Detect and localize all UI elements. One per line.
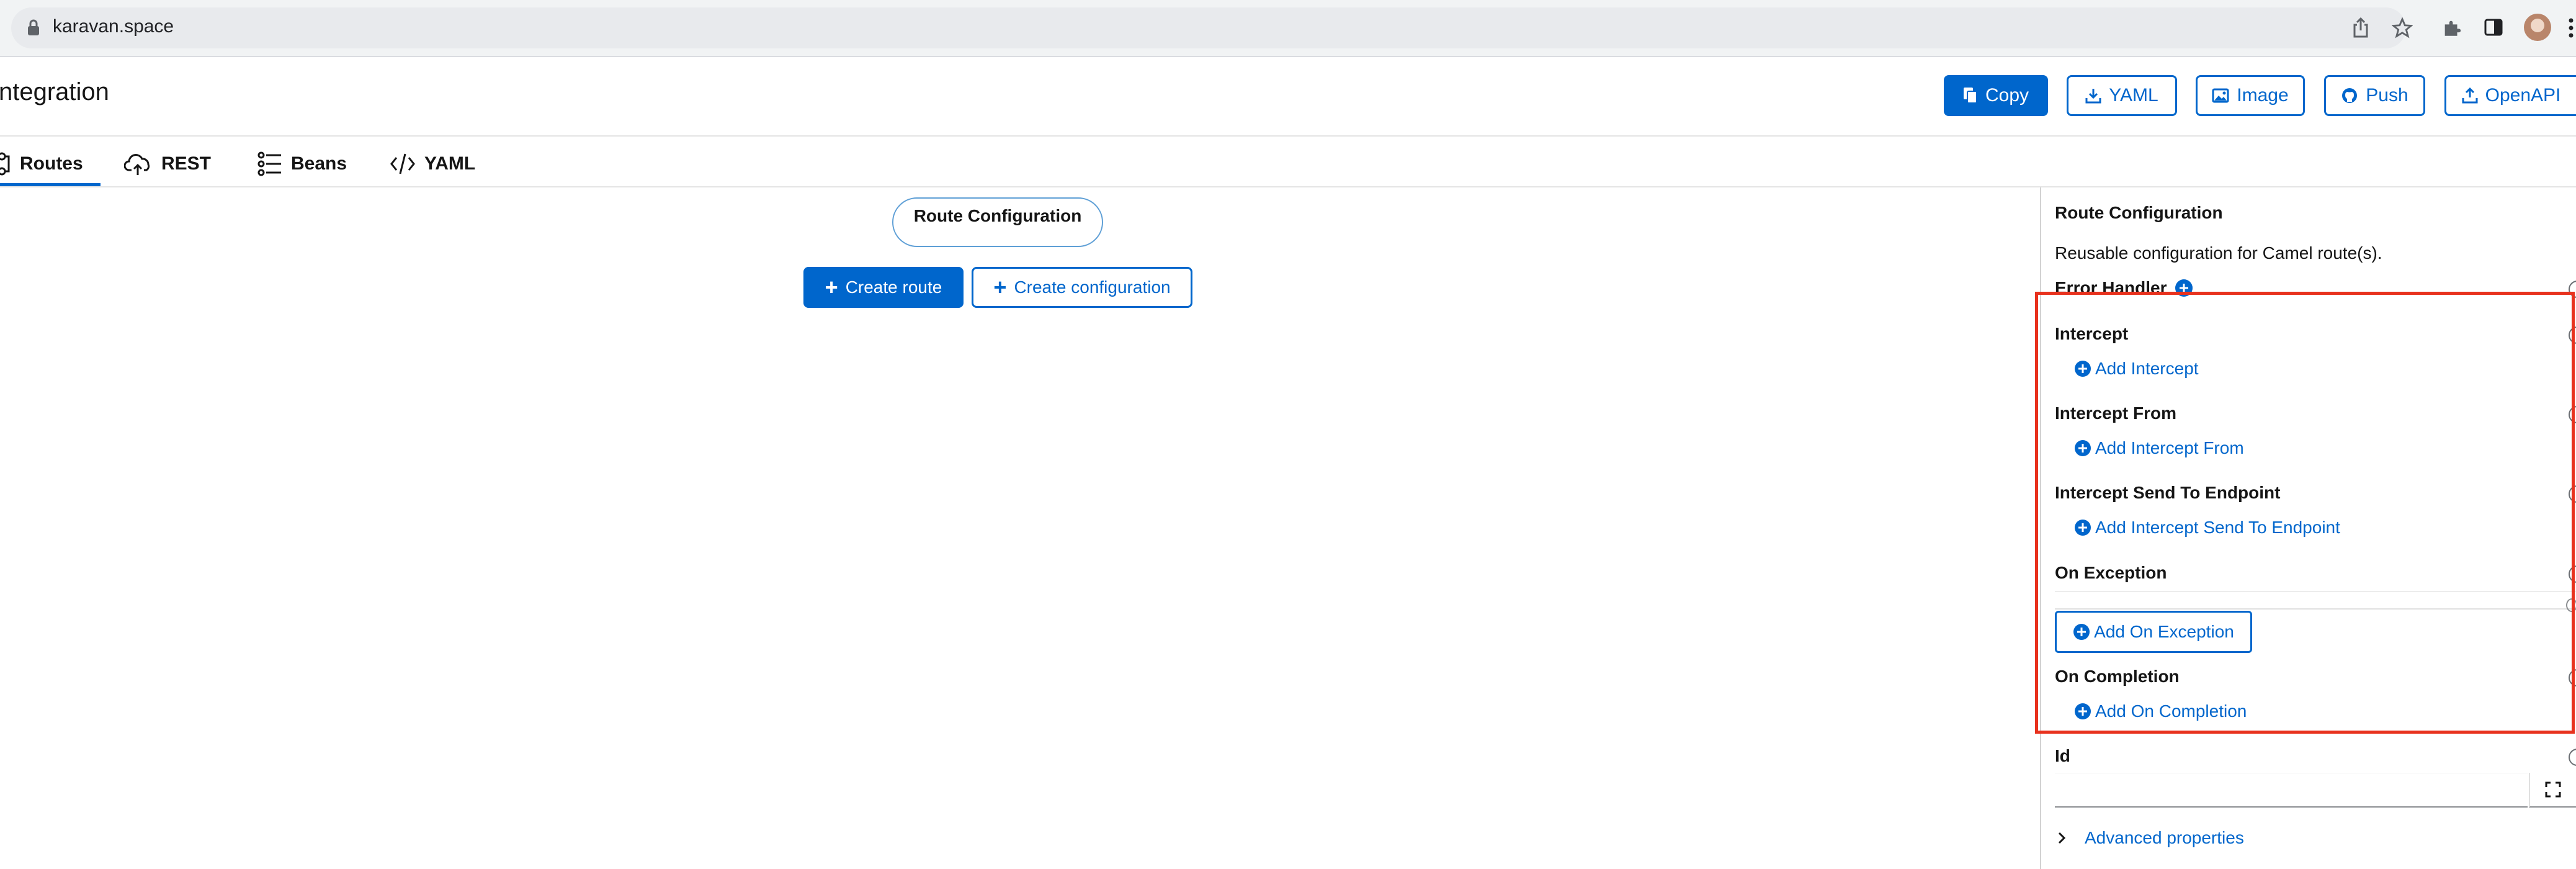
highlight-annotation-box bbox=[2035, 292, 2575, 734]
tabs-divider bbox=[0, 186, 2576, 187]
download-yaml-button[interactable]: YAML bbox=[2067, 75, 2177, 116]
beans-icon bbox=[257, 151, 281, 176]
push-button-label: Push bbox=[2366, 85, 2408, 106]
image-button-label: Image bbox=[2237, 85, 2289, 106]
header-divider bbox=[0, 135, 2576, 137]
browser-menu-icon[interactable] bbox=[2569, 17, 2574, 38]
profile-avatar[interactable] bbox=[2524, 14, 2551, 41]
push-button[interactable]: Push bbox=[2324, 75, 2425, 116]
chevron-right-icon bbox=[2058, 832, 2066, 844]
url-text[interactable]: karavan.space bbox=[53, 16, 174, 37]
routes-icon bbox=[0, 152, 10, 176]
tab-routes[interactable]: Routes bbox=[0, 142, 99, 186]
tab-rest[interactable]: REST bbox=[124, 142, 211, 186]
page-title: ntegration bbox=[0, 78, 109, 106]
bookmark-star-icon[interactable] bbox=[2392, 17, 2413, 38]
cloud-icon bbox=[124, 154, 150, 175]
tab-yaml-label: YAML bbox=[424, 153, 476, 174]
advanced-properties-toggle[interactable]: Advanced properties bbox=[2057, 828, 2244, 848]
address-bar[interactable] bbox=[11, 7, 2406, 48]
github-icon bbox=[2342, 88, 2358, 103]
tab-routes-label: Routes bbox=[20, 153, 83, 174]
expand-icon bbox=[2545, 781, 2561, 798]
tab-yaml[interactable]: YAML bbox=[390, 142, 475, 186]
download-icon bbox=[2085, 89, 2101, 104]
create-route-button[interactable]: + Create route bbox=[803, 267, 964, 308]
properties-description: Reusable configuration for Camel route(s… bbox=[2055, 243, 2382, 263]
copy-button-label: Copy bbox=[1985, 85, 2029, 106]
id-label: Id bbox=[2055, 746, 2070, 765]
image-icon bbox=[2212, 88, 2229, 103]
upload-icon bbox=[2462, 88, 2478, 104]
copy-button[interactable]: Copy bbox=[1944, 75, 2048, 116]
tab-beans-label: Beans bbox=[291, 153, 347, 174]
create-route-label: Create route bbox=[845, 277, 942, 297]
id-input[interactable] bbox=[2055, 773, 2528, 808]
plus-icon: + bbox=[993, 274, 1007, 300]
help-icon[interactable] bbox=[2569, 749, 2576, 766]
download-image-button[interactable]: Image bbox=[2196, 75, 2305, 116]
route-configuration-node-label: Route Configuration bbox=[913, 206, 1082, 225]
share-icon[interactable] bbox=[2351, 17, 2370, 38]
advanced-properties-label: Advanced properties bbox=[2085, 828, 2244, 847]
code-icon bbox=[390, 153, 415, 174]
openapi-button[interactable]: OpenAPI bbox=[2444, 75, 2576, 116]
properties-title: Route Configuration bbox=[2055, 203, 2223, 222]
copy-icon bbox=[1963, 88, 1977, 104]
create-configuration-button[interactable]: + Create configuration bbox=[972, 267, 1192, 308]
openapi-button-label: OpenAPI bbox=[2485, 85, 2561, 106]
tab-beans[interactable]: Beans bbox=[257, 142, 347, 186]
lock-icon bbox=[27, 19, 40, 36]
create-configuration-label: Create configuration bbox=[1014, 277, 1171, 297]
route-configuration-node[interactable]: Route Configuration bbox=[892, 197, 1103, 247]
plus-icon: + bbox=[825, 274, 838, 300]
expand-editor-button[interactable] bbox=[2529, 773, 2576, 808]
yaml-button-label: YAML bbox=[2109, 85, 2158, 106]
side-panel-icon[interactable] bbox=[2484, 17, 2503, 37]
extensions-puzzle-icon[interactable] bbox=[2441, 17, 2462, 38]
tab-rest-label: REST bbox=[161, 153, 212, 174]
